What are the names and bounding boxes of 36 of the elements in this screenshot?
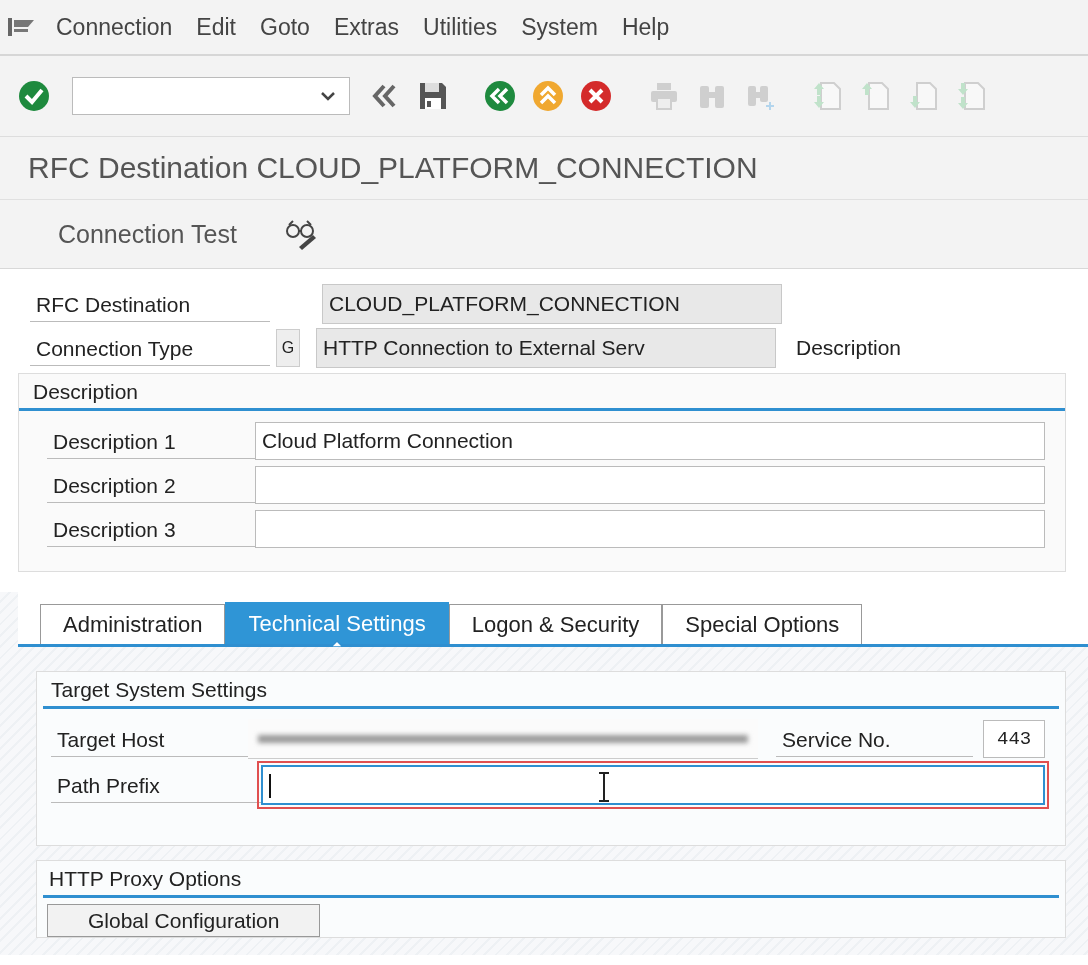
- enter-icon[interactable]: [18, 80, 50, 112]
- group-title: HTTP Proxy Options: [43, 861, 1059, 898]
- menu-item[interactable]: Connection: [56, 13, 197, 41]
- field-label: Service No.: [776, 721, 974, 757]
- connection-type-field: HTTP Connection to External Serv: [316, 328, 776, 368]
- back-icon[interactable]: [484, 80, 516, 112]
- tab[interactable]: Logon & Security: [448, 604, 663, 644]
- menu-icon[interactable]: [8, 18, 36, 36]
- description-field[interactable]: [255, 510, 1045, 548]
- menu-item[interactable]: Extras: [333, 13, 424, 41]
- service-number-field[interactable]: 443: [983, 720, 1045, 758]
- connection-test-button[interactable]: Connection Test: [40, 213, 255, 255]
- menu-item[interactable]: Help: [621, 13, 694, 41]
- caret-icon: [321, 91, 335, 101]
- field-label: Connection Type: [30, 330, 270, 366]
- global-configuration-button[interactable]: Global Configuration: [47, 904, 321, 937]
- description-field[interactable]: [255, 466, 1045, 504]
- text-cursor-icon: [597, 771, 611, 803]
- cancel-icon[interactable]: [580, 80, 612, 112]
- destination-field: CLOUD_PLATFORM_CONNECTION: [322, 284, 782, 324]
- command-field[interactable]: [72, 77, 350, 115]
- field-label: Description: [796, 336, 902, 360]
- menu-item[interactable]: System: [521, 13, 622, 41]
- tab[interactable]: Administration: [40, 604, 226, 644]
- menu-item[interactable]: Utilities: [423, 13, 522, 41]
- tab[interactable]: Special Options: [662, 604, 863, 644]
- field-label: RFC Destination: [30, 286, 270, 322]
- exit-icon[interactable]: [532, 80, 564, 112]
- group-title: Target System Settings: [43, 672, 1059, 709]
- glasses-icon[interactable]: [284, 217, 319, 251]
- menu-item[interactable]: Goto: [260, 13, 334, 41]
- type-code-field: G: [276, 329, 300, 367]
- group-title: Description: [19, 374, 1065, 411]
- menu-item[interactable]: Edit: [196, 13, 260, 41]
- screen-title: RFC Destination CLOUD_PLATFORM_CONNECTION: [0, 137, 1088, 200]
- description-field[interactable]: Cloud Platform Connection: [255, 422, 1045, 460]
